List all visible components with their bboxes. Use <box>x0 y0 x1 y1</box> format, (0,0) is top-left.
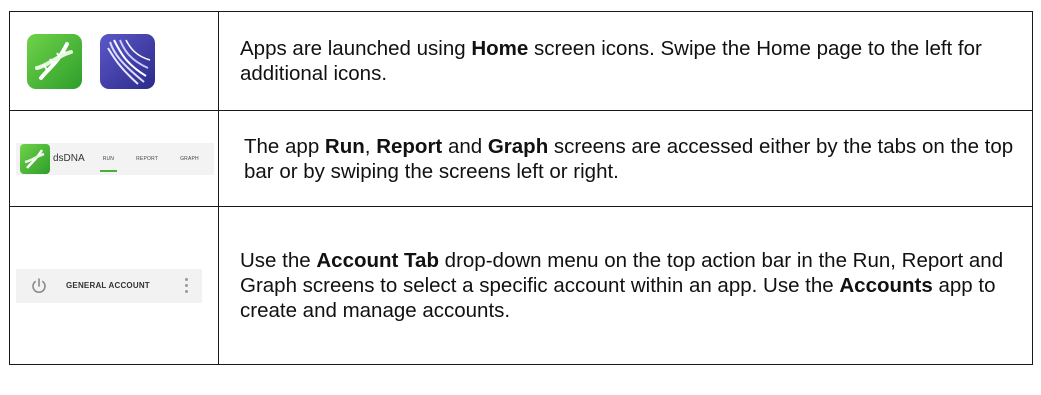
waveform-app-icon[interactable] <box>100 33 155 89</box>
table-row: dsDNA RUN REPORT GRAPH The app Run, Repo… <box>9 110 1033 207</box>
table-row: Apps are launched using Home screen icon… <box>9 11 1033 111</box>
image-cell: GENERAL ACCOUNT <box>9 206 219 365</box>
description-cell: Use the Account Tab drop-down menu on th… <box>218 206 1033 365</box>
tab-run[interactable]: RUN <box>99 156 118 172</box>
image-cell: dsDNA RUN REPORT GRAPH <box>9 110 219 207</box>
row-text: Apps are launched using Home screen icon… <box>240 37 982 85</box>
power-icon[interactable] <box>30 277 48 295</box>
row-text: Use the Account Tab drop-down menu on th… <box>240 249 1004 322</box>
app-tab-bar: dsDNA RUN REPORT GRAPH <box>16 142 214 175</box>
instructions-table: Apps are launched using Home screen icon… <box>9 11 1033 365</box>
app-title: dsDNA <box>53 153 85 164</box>
description-cell: Apps are launched using Home screen icon… <box>218 11 1033 111</box>
description-cell: The app Run, Report and Graph screens ar… <box>218 110 1033 207</box>
image-cell <box>9 11 219 111</box>
account-action-bar: GENERAL ACCOUNT <box>16 268 202 303</box>
overflow-menu-icon[interactable] <box>185 278 188 293</box>
account-tab-dropdown[interactable]: GENERAL ACCOUNT <box>66 281 185 290</box>
tab-graph[interactable]: GRAPH <box>180 156 199 162</box>
table-row: GENERAL ACCOUNT Use the Account Tab drop… <box>9 206 1033 365</box>
dna-app-icon[interactable] <box>27 33 82 89</box>
dna-app-icon <box>20 143 50 174</box>
row-text: The app Run, Report and Graph screens ar… <box>244 134 1014 183</box>
tab-report[interactable]: REPORT <box>136 156 158 162</box>
home-screen-icons <box>10 33 218 89</box>
